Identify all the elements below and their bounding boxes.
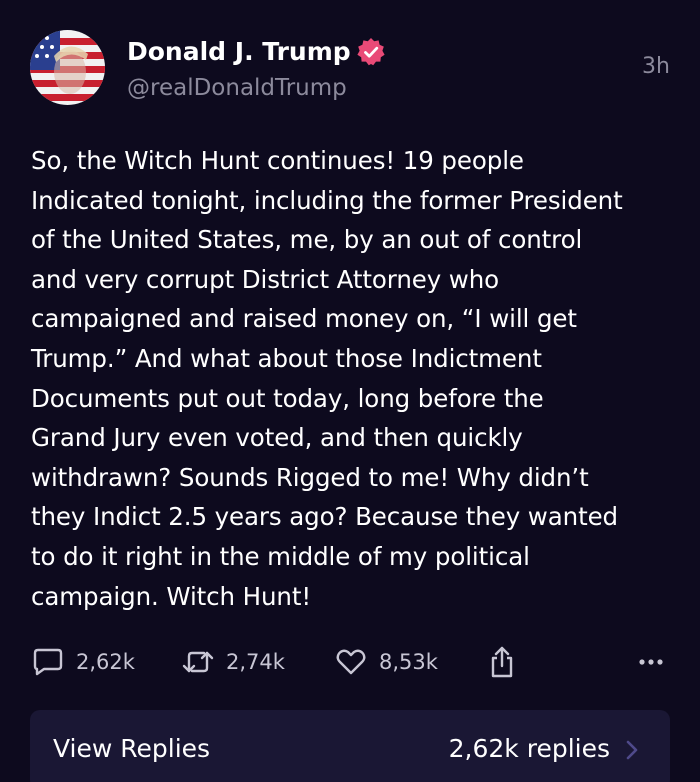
reply-icon	[33, 648, 63, 676]
heart-icon	[336, 649, 366, 675]
replies-count: 2,62k replies	[448, 734, 610, 763]
post-text-line: of the United States, me, by an out of c…	[31, 225, 583, 255]
reply-count: 2,62k	[76, 650, 135, 674]
post-text-line: campaign. Witch Hunt!	[31, 581, 312, 611]
display-name[interactable]: Donald J. Trump	[127, 37, 351, 66]
post-text-line: Trump.” And what about those Indictment	[31, 343, 542, 373]
post-text-line: to do it right in the middle of my polit…	[31, 541, 530, 571]
post-card: Donald J. Trump @realDonaldTrump 3h So, …	[0, 0, 700, 782]
repost-count: 2,74k	[226, 650, 285, 674]
view-replies-button[interactable]: View Replies 2,62k replies	[30, 710, 670, 782]
post-text-line: Grand Jury even voted, and then quickly	[31, 423, 523, 453]
post-text-line: withdrawn? Sounds Rigged to me! Why didn…	[31, 462, 589, 492]
post-text-line: Documents put out today, long before the	[31, 383, 544, 413]
user-handle[interactable]: @realDonaldTrump	[127, 75, 347, 101]
share-button[interactable]	[486, 642, 518, 682]
like-count: 8,53k	[379, 650, 438, 674]
view-replies-label: View Replies	[53, 734, 211, 763]
repost-button[interactable]: 2,74k	[182, 642, 285, 682]
more-icon	[639, 659, 663, 665]
post-timestamp: 3h	[642, 54, 670, 79]
post-text-line: they Indict 2.5 years ago? Because they …	[31, 502, 619, 532]
action-bar: 2,62k 2,74k 8,53k	[30, 642, 670, 682]
reply-button[interactable]: 2,62k	[32, 642, 135, 682]
more-options-button[interactable]	[635, 642, 667, 682]
post-text-line: campaigned and raised money on, “I will …	[31, 304, 577, 334]
avatar[interactable]	[30, 30, 105, 105]
avatar-image	[30, 30, 105, 105]
chevron-right-icon	[626, 740, 638, 760]
verified-badge-icon	[357, 38, 385, 66]
like-button[interactable]: 8,53k	[335, 642, 438, 682]
share-icon	[491, 646, 513, 678]
repost-icon	[182, 651, 214, 673]
post-text: So, the Witch Hunt continues! 19 people …	[31, 141, 681, 616]
post-text-line: and very corrupt District Attorney who	[31, 264, 500, 294]
post-text-line: Indicated tonight, including the former …	[31, 185, 623, 215]
post-text-line: So, the Witch Hunt continues! 19 people	[31, 146, 524, 175]
